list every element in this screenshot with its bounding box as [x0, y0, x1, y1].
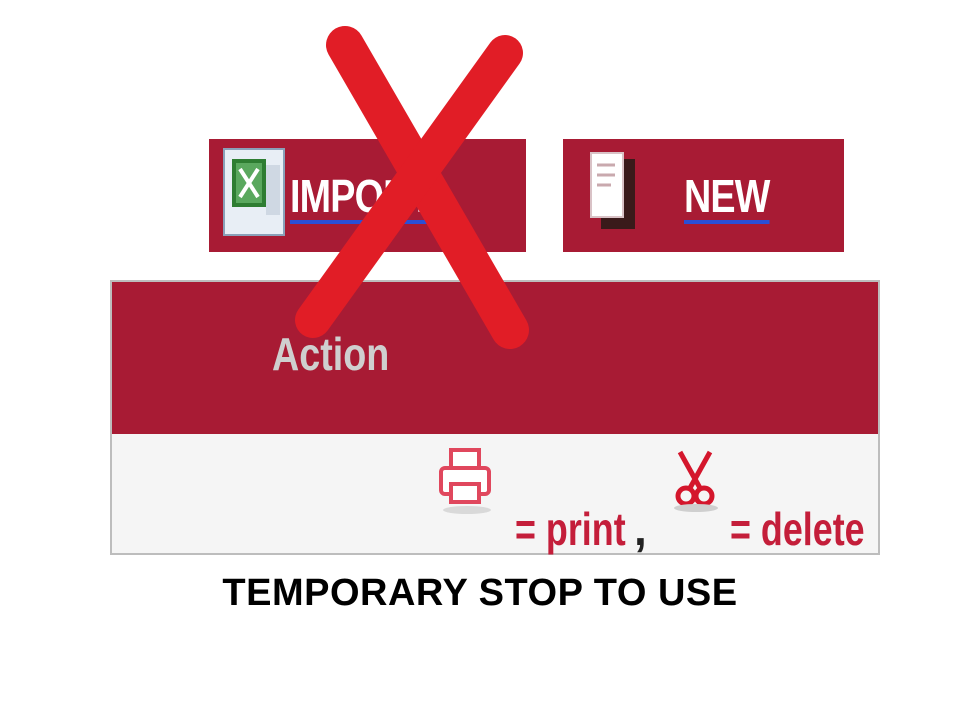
action-table: Action = print , = delete [110, 280, 880, 555]
print-icon [439, 448, 491, 514]
new-button[interactable]: NEW [563, 139, 844, 252]
print-legend: = print [515, 503, 626, 555]
legend-separator: , [634, 503, 647, 555]
import-button[interactable]: IMPORT [209, 139, 526, 252]
document-copy-icon [590, 152, 635, 229]
import-label: IMPORT [290, 169, 433, 222]
delete-legend: = delete [730, 503, 865, 555]
excel-file-icon [223, 148, 285, 236]
new-label: NEW [684, 169, 770, 222]
scissors-icon [674, 450, 718, 512]
notice-text: TEMPORARY STOP TO USE [222, 572, 738, 614]
table-header: Action [112, 282, 878, 434]
legend-row: = print , = delete [112, 434, 878, 555]
action-column-header: Action [272, 328, 390, 380]
